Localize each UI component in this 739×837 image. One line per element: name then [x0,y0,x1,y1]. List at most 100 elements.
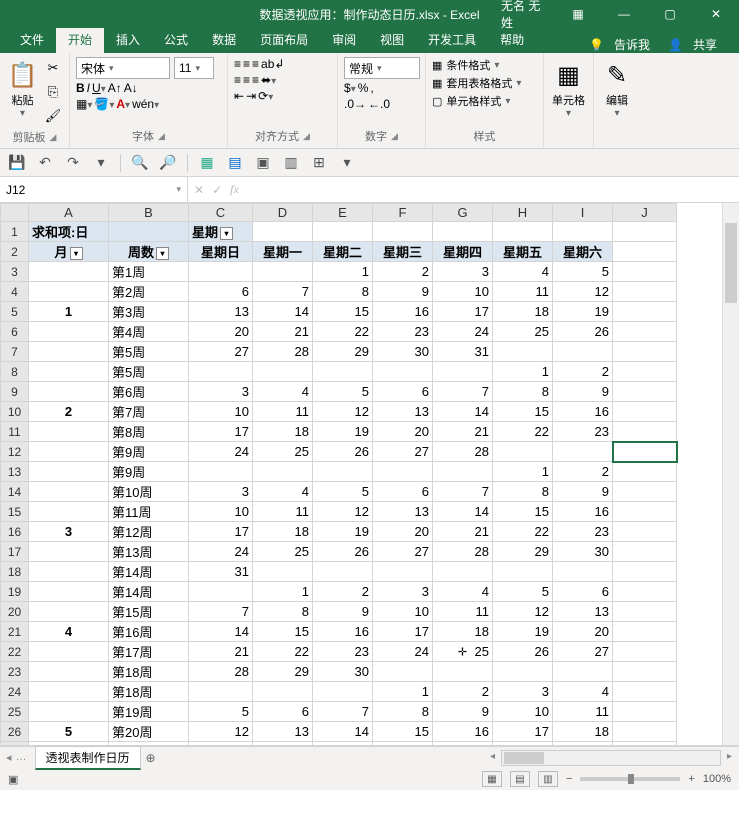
cell[interactable]: 2 [553,462,613,482]
cell[interactable]: 2 [553,362,613,382]
cell[interactable]: 7 [433,482,493,502]
cell[interactable]: 26 [313,542,373,562]
align-middle-button[interactable]: ≡ [243,57,250,71]
cell[interactable]: 15 [493,502,553,522]
cell[interactable]: 9 [553,482,613,502]
cell[interactable] [29,382,109,402]
cell[interactable]: 27 [189,342,253,362]
cell[interactable]: 10 [493,702,553,722]
format-painter-button[interactable]: 🖌 [43,106,63,126]
cancel-formula-icon[interactable]: ✕ [194,183,204,197]
cell[interactable]: 24 [373,642,433,662]
cell[interactable]: 24 [433,322,493,342]
cell[interactable]: 18 [433,622,493,642]
cell[interactable]: 19 [553,302,613,322]
cell[interactable] [29,482,109,502]
sheet-nav-more[interactable]: … [16,751,27,764]
cell[interactable]: 10 [433,282,493,302]
ribbon-tab-开始[interactable]: 开始 [56,27,104,53]
zoom-out-button[interactable]: − [566,773,572,785]
cell[interactable] [29,582,109,602]
cell[interactable] [613,702,677,722]
cell[interactable] [29,682,109,702]
zoom-in-button[interactable]: 🔎 [157,152,179,174]
filter-dropdown-icon[interactable]: ▾ [220,227,233,240]
row-header[interactable]: 13 [1,462,29,482]
cell[interactable]: 星期四 [433,242,493,262]
cell[interactable]: 第16周 [109,622,189,642]
align-left-button[interactable]: ≡ [234,73,241,87]
formula-input[interactable] [245,177,739,202]
cell[interactable]: 第3周 [109,302,189,322]
cell[interactable] [613,382,677,402]
cell[interactable]: 6 [189,282,253,302]
cell[interactable] [433,222,493,242]
cell[interactable]: 30 [313,662,373,682]
cell[interactable]: 星期二 [313,242,373,262]
column-header[interactable]: F [373,204,433,222]
row-header[interactable]: 17 [1,542,29,562]
cell[interactable] [253,562,313,582]
row-header[interactable]: 24 [1,682,29,702]
cell[interactable]: 5 [313,382,373,402]
cell[interactable] [613,582,677,602]
row-header[interactable]: 1 [1,222,29,242]
user-name[interactable]: 无名 无姓 [501,0,547,28]
cell[interactable] [613,542,677,562]
underline-button[interactable]: U▾ [92,81,106,95]
cell[interactable]: 1 [253,582,313,602]
cell[interactable]: 第2周 [109,282,189,302]
cell-styles-button[interactable]: ▢单元格样式▾ [432,93,537,109]
cell[interactable]: 8 [493,382,553,402]
cell[interactable] [613,282,677,302]
cell[interactable] [613,642,677,662]
cell[interactable]: 6 [373,382,433,402]
normal-view-button[interactable]: ▦ [482,771,502,787]
cell[interactable]: 4 [253,382,313,402]
cell[interactable]: 25 [553,742,613,747]
page-break-view-button[interactable]: ▥ [538,771,558,787]
row-header[interactable]: 20 [1,602,29,622]
zoom-slider[interactable] [580,777,680,781]
cell[interactable]: 17 [189,422,253,442]
row-header[interactable]: 8 [1,362,29,382]
cell[interactable]: 9 [553,382,613,402]
sheet-tab[interactable]: 透视表制作日历 [35,746,141,770]
cell[interactable] [29,282,109,302]
cell[interactable]: 30 [373,342,433,362]
cell[interactable]: 第9周 [109,442,189,462]
cell[interactable]: 24 [189,442,253,462]
cell[interactable]: 第7周 [109,402,189,422]
column-header[interactable]: A [29,204,109,222]
cell[interactable] [613,602,677,622]
sheet-nav-first[interactable]: ◂ [6,751,12,764]
cell[interactable]: 第18周 [109,682,189,702]
ribbon-tab-开发工具[interactable]: 开发工具 [416,27,488,53]
cell[interactable] [613,222,677,242]
cell[interactable] [613,322,677,342]
ribbon-display-icon[interactable]: ▦ [555,0,601,28]
cell[interactable]: 10 [189,402,253,422]
cell[interactable]: 6 [373,482,433,502]
cell[interactable]: 1 [373,682,433,702]
cell[interactable] [29,642,109,662]
cell[interactable]: 17 [433,302,493,322]
cell[interactable]: 21 [189,642,253,662]
cell[interactable]: 23 [433,742,493,747]
cell[interactable]: 12 [493,602,553,622]
cell[interactable]: 求和项:日 [29,222,109,242]
cell[interactable]: 23 [373,322,433,342]
cell[interactable]: 3 [433,262,493,282]
ribbon-tab-公式[interactable]: 公式 [152,27,200,53]
decrease-font-button[interactable]: A↓ [124,81,138,95]
cell[interactable]: 23 [553,522,613,542]
tell-me[interactable]: 💡 告诉我 [589,36,656,53]
column-header[interactable]: D [253,204,313,222]
cell[interactable]: 22 [373,742,433,747]
row-header[interactable]: 11 [1,422,29,442]
cell[interactable]: 5 [189,702,253,722]
cell[interactable]: 23 [553,422,613,442]
cell[interactable] [253,462,313,482]
cell[interactable]: 3 [29,522,109,542]
cell[interactable] [613,402,677,422]
